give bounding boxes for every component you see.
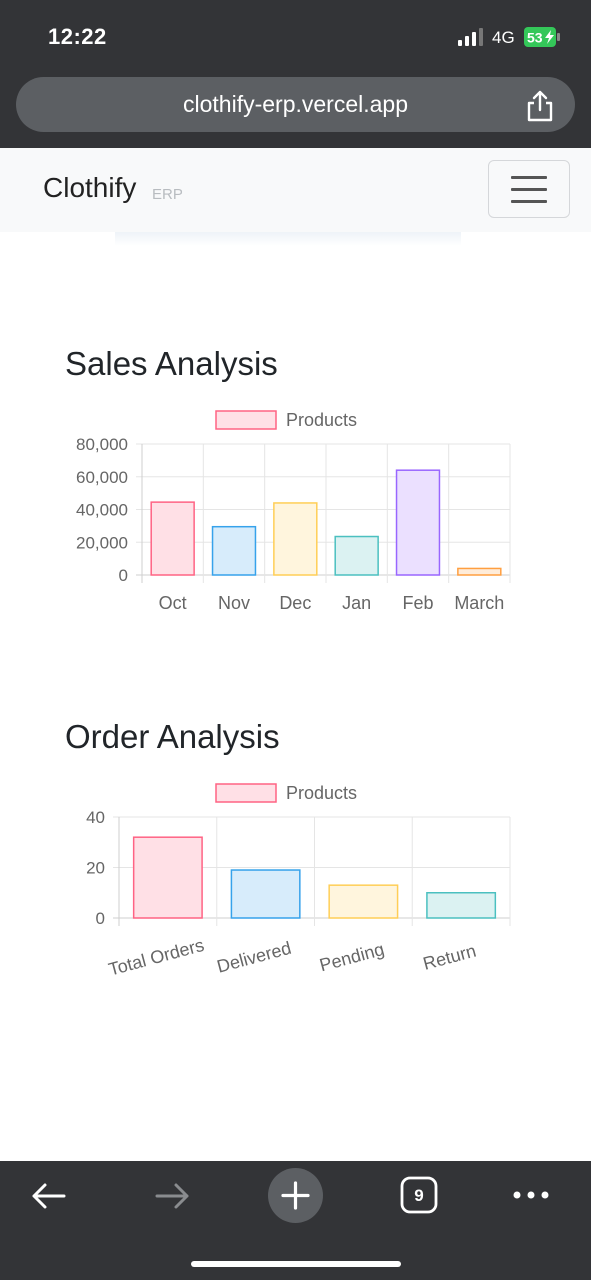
hamburger-icon: [511, 188, 547, 191]
y-tick-label: 20: [86, 859, 105, 878]
x-tick-label: March: [454, 593, 504, 613]
sales-chart: Products 80,000 60,000 40,000 20,000 0 Oct Nov D…: [76, 410, 511, 613]
brand-logo[interactable]: Clothify: [43, 172, 136, 204]
bar: [334, 535, 379, 576]
x-tick-label: Oct: [159, 593, 187, 613]
x-tick-label: Total Orders: [106, 935, 206, 980]
legend-swatch: [215, 410, 277, 430]
order-analysis-title: Order Analysis: [65, 718, 280, 755]
battery-level: 53: [527, 30, 543, 46]
network-type: 4G: [492, 28, 515, 47]
back-arrow-icon[interactable]: [30, 1181, 68, 1211]
x-tick-label: Jan: [342, 593, 371, 613]
legend-swatch: [215, 783, 277, 803]
plus-icon: [281, 1181, 310, 1210]
bar: [395, 469, 441, 576]
y-tick-label: 20,000: [76, 533, 128, 552]
tabs-count-icon[interactable]: 9: [400, 1176, 438, 1214]
y-tick-label: 40: [86, 808, 105, 827]
legend-label: Products: [286, 410, 357, 430]
bar: [150, 501, 195, 576]
y-tick-label: 0: [96, 909, 105, 928]
cellular-signal-icon: [458, 28, 483, 46]
y-tick-label: 80,000: [76, 435, 128, 454]
url-text[interactable]: clothify-erp.vercel.app: [16, 91, 575, 118]
menu-toggle-button[interactable]: [488, 160, 570, 218]
share-icon[interactable]: [525, 90, 555, 122]
sales-analysis-title: Sales Analysis: [65, 345, 278, 382]
x-tick-label: Nov: [218, 593, 250, 613]
bar: [328, 884, 399, 919]
bar: [457, 567, 502, 576]
bar: [132, 836, 203, 919]
battery-icon: 53: [524, 27, 560, 47]
home-indicator: [191, 1261, 401, 1267]
hamburger-icon: [511, 200, 547, 203]
bar: [273, 502, 318, 576]
new-tab-button[interactable]: [268, 1168, 323, 1223]
x-tick-label: Dec: [279, 593, 311, 613]
y-tick-label: 0: [119, 566, 128, 585]
hamburger-icon: [511, 176, 547, 179]
orders-chart: Products 40 20 0Total Orders Delivered Pendin…: [86, 783, 511, 980]
content-shadow: [115, 232, 461, 246]
y-tick-label: 60,000: [76, 468, 128, 487]
address-bar[interactable]: clothify-erp.vercel.app: [16, 77, 575, 132]
tab-count: 9: [414, 1186, 423, 1205]
x-tick-label: Delivered: [215, 938, 294, 977]
bar: [426, 892, 497, 919]
forward-arrow-icon[interactable]: [153, 1181, 191, 1211]
more-options-icon[interactable]: [512, 1189, 550, 1201]
x-tick-label: Return: [421, 941, 478, 974]
x-tick-label: Pending: [317, 939, 386, 975]
bar: [230, 869, 301, 919]
status-bar: 12:22 4G 53 clothify-erp.vercel.app: [0, 0, 591, 148]
status-time: 12:22: [48, 24, 107, 49]
x-tick-label: Feb: [402, 593, 433, 613]
brand-subtitle: ERP: [152, 186, 183, 203]
legend-label: Products: [286, 783, 357, 803]
bar: [211, 525, 257, 576]
y-tick-label: 40,000: [76, 501, 128, 520]
